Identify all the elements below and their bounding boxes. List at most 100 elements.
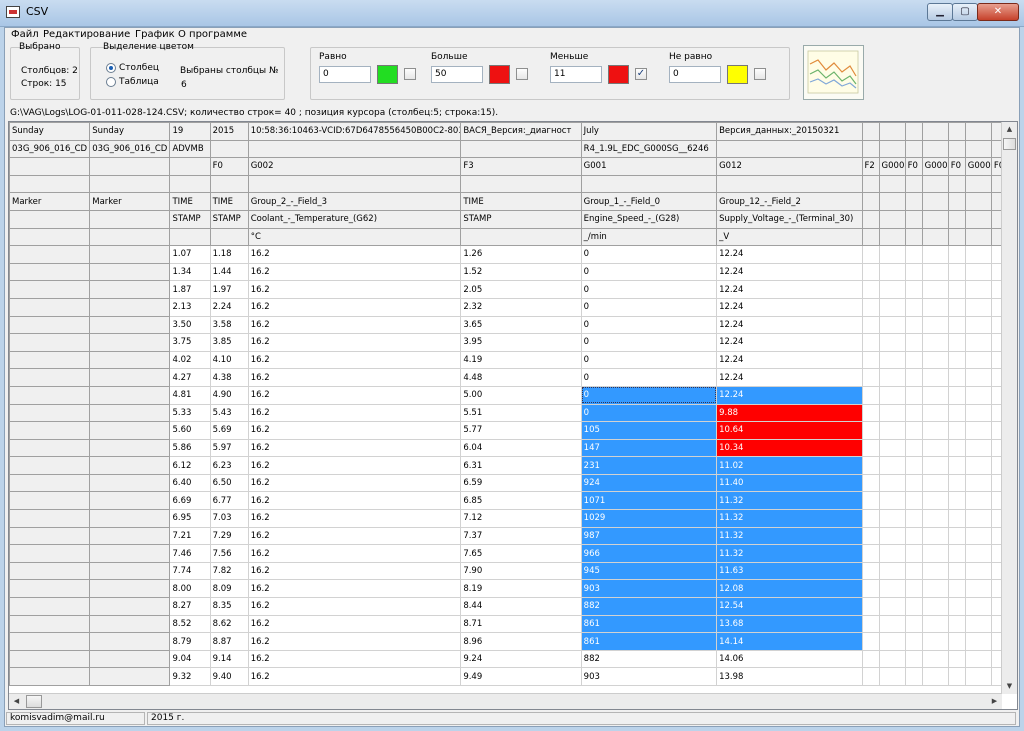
empty-cell[interactable] bbox=[878, 421, 906, 440]
empty-cell[interactable] bbox=[921, 385, 949, 405]
empty-cell[interactable] bbox=[861, 509, 880, 528]
data-cell[interactable]: 5.43 bbox=[209, 403, 249, 423]
empty-cell[interactable] bbox=[921, 561, 949, 581]
data-cell[interactable]: 4.90 bbox=[209, 385, 249, 405]
data-cell[interactable]: 16.2 bbox=[247, 649, 462, 669]
empty-cell[interactable] bbox=[904, 297, 923, 317]
data-cell[interactable]: 16.2 bbox=[247, 526, 462, 546]
empty-cell[interactable] bbox=[904, 667, 923, 686]
empty-cell[interactable] bbox=[947, 526, 966, 546]
data-cell[interactable]: 105 bbox=[580, 421, 718, 440]
row-header-cell[interactable] bbox=[89, 491, 171, 511]
row-header-cell[interactable] bbox=[89, 632, 171, 651]
data-cell[interactable]: 10.34 bbox=[716, 438, 863, 458]
data-cell[interactable]: 9.24 bbox=[460, 649, 582, 669]
data-cell[interactable]: 903 bbox=[580, 579, 718, 599]
empty-cell[interactable] bbox=[861, 315, 880, 335]
data-cell[interactable]: 882 bbox=[580, 597, 718, 616]
empty-cell[interactable] bbox=[861, 297, 880, 317]
empty-cell[interactable] bbox=[878, 473, 906, 493]
header-cell[interactable]: TIME bbox=[460, 192, 582, 211]
data-cell[interactable]: 6.69 bbox=[169, 491, 211, 511]
scroll-right-icon[interactable]: ▶ bbox=[987, 694, 1002, 709]
data-cell[interactable]: 1029 bbox=[580, 509, 718, 528]
header-cell[interactable]: Marker bbox=[9, 192, 91, 211]
header-cell[interactable]: G000 bbox=[964, 157, 992, 176]
data-cell[interactable]: 6.50 bbox=[209, 473, 249, 493]
header-cell[interactable] bbox=[878, 139, 906, 159]
empty-cell[interactable] bbox=[921, 403, 949, 423]
empty-cell[interactable] bbox=[904, 614, 923, 634]
scroll-down-icon[interactable]: ▼ bbox=[1002, 679, 1017, 694]
header-cell[interactable]: F0 bbox=[947, 157, 966, 176]
menu-chart[interactable]: График bbox=[135, 29, 175, 40]
data-cell[interactable]: 882 bbox=[580, 649, 718, 669]
data-cell[interactable]: 7.46 bbox=[169, 544, 211, 563]
header-cell[interactable] bbox=[861, 209, 880, 229]
data-cell[interactable]: 11.32 bbox=[716, 544, 863, 563]
row-header-cell[interactable] bbox=[89, 544, 171, 563]
data-cell[interactable]: 7.21 bbox=[169, 526, 211, 546]
header-cell[interactable] bbox=[861, 227, 880, 247]
row-header-cell[interactable] bbox=[9, 632, 91, 651]
data-cell[interactable]: 12.24 bbox=[716, 368, 863, 387]
header-cell[interactable] bbox=[964, 122, 992, 141]
data-cell[interactable]: 147 bbox=[580, 438, 718, 458]
header-cell[interactable] bbox=[861, 192, 880, 211]
header-cell[interactable] bbox=[861, 174, 880, 194]
empty-cell[interactable] bbox=[947, 473, 966, 493]
header-cell[interactable] bbox=[89, 157, 171, 176]
header-cell[interactable] bbox=[964, 192, 992, 211]
data-cell[interactable]: 12.24 bbox=[716, 245, 863, 264]
filter-less-color[interactable] bbox=[608, 65, 629, 84]
empty-cell[interactable] bbox=[947, 614, 966, 634]
empty-cell[interactable] bbox=[878, 368, 906, 387]
empty-cell[interactable] bbox=[861, 421, 880, 440]
empty-cell[interactable] bbox=[878, 491, 906, 511]
header-cell[interactable] bbox=[964, 209, 992, 229]
empty-cell[interactable] bbox=[861, 526, 880, 546]
empty-cell[interactable] bbox=[947, 245, 966, 264]
header-cell[interactable]: Group_2_-_Field_3 bbox=[247, 192, 462, 211]
empty-cell[interactable] bbox=[964, 403, 992, 423]
filter-equal-color[interactable] bbox=[377, 65, 398, 84]
data-cell[interactable]: 924 bbox=[580, 473, 718, 493]
data-cell[interactable]: 3.95 bbox=[460, 333, 582, 352]
data-cell[interactable]: 1.44 bbox=[209, 262, 249, 282]
data-cell[interactable]: 11.63 bbox=[716, 561, 863, 581]
empty-cell[interactable] bbox=[964, 579, 992, 599]
header-cell[interactable]: 03G_906_016_CD bbox=[89, 139, 171, 159]
row-header-cell[interactable] bbox=[89, 333, 171, 352]
empty-cell[interactable] bbox=[921, 579, 949, 599]
empty-cell[interactable] bbox=[921, 649, 949, 669]
empty-cell[interactable] bbox=[904, 561, 923, 581]
empty-cell[interactable] bbox=[921, 526, 949, 546]
data-cell[interactable]: 11.32 bbox=[716, 526, 863, 546]
data-cell[interactable]: 12.24 bbox=[716, 333, 863, 352]
data-cell[interactable]: 2.13 bbox=[169, 297, 211, 317]
header-cell[interactable] bbox=[904, 209, 923, 229]
data-cell[interactable]: 12.54 bbox=[716, 597, 863, 616]
data-cell[interactable]: 3.75 bbox=[169, 333, 211, 352]
data-cell[interactable]: 3.58 bbox=[209, 315, 249, 335]
empty-cell[interactable] bbox=[878, 649, 906, 669]
row-header-cell[interactable] bbox=[9, 456, 91, 475]
data-cell[interactable]: 16.2 bbox=[247, 421, 462, 440]
data-cell[interactable]: 6.23 bbox=[209, 456, 249, 475]
empty-cell[interactable] bbox=[964, 491, 992, 511]
radio-column[interactable] bbox=[106, 63, 116, 73]
data-cell[interactable]: 861 bbox=[580, 614, 718, 634]
empty-cell[interactable] bbox=[947, 509, 966, 528]
data-cell[interactable]: 0 bbox=[580, 403, 718, 423]
header-cell[interactable]: STAMP bbox=[460, 209, 582, 229]
data-table[interactable]: Sunday Sunday 19 2015 10:58:36:10463-VCID:67… bbox=[9, 122, 1010, 686]
data-cell[interactable]: 16.2 bbox=[247, 280, 462, 299]
row-header-cell[interactable] bbox=[89, 526, 171, 546]
empty-cell[interactable] bbox=[964, 315, 992, 335]
data-cell[interactable]: 7.82 bbox=[209, 561, 249, 581]
empty-cell[interactable] bbox=[921, 544, 949, 563]
data-cell[interactable]: 12.24 bbox=[716, 350, 863, 370]
header-cell[interactable] bbox=[9, 157, 91, 176]
header-cell[interactable]: Engine_Speed_-_(G28) bbox=[580, 209, 718, 229]
data-cell[interactable]: 16.2 bbox=[247, 385, 462, 405]
